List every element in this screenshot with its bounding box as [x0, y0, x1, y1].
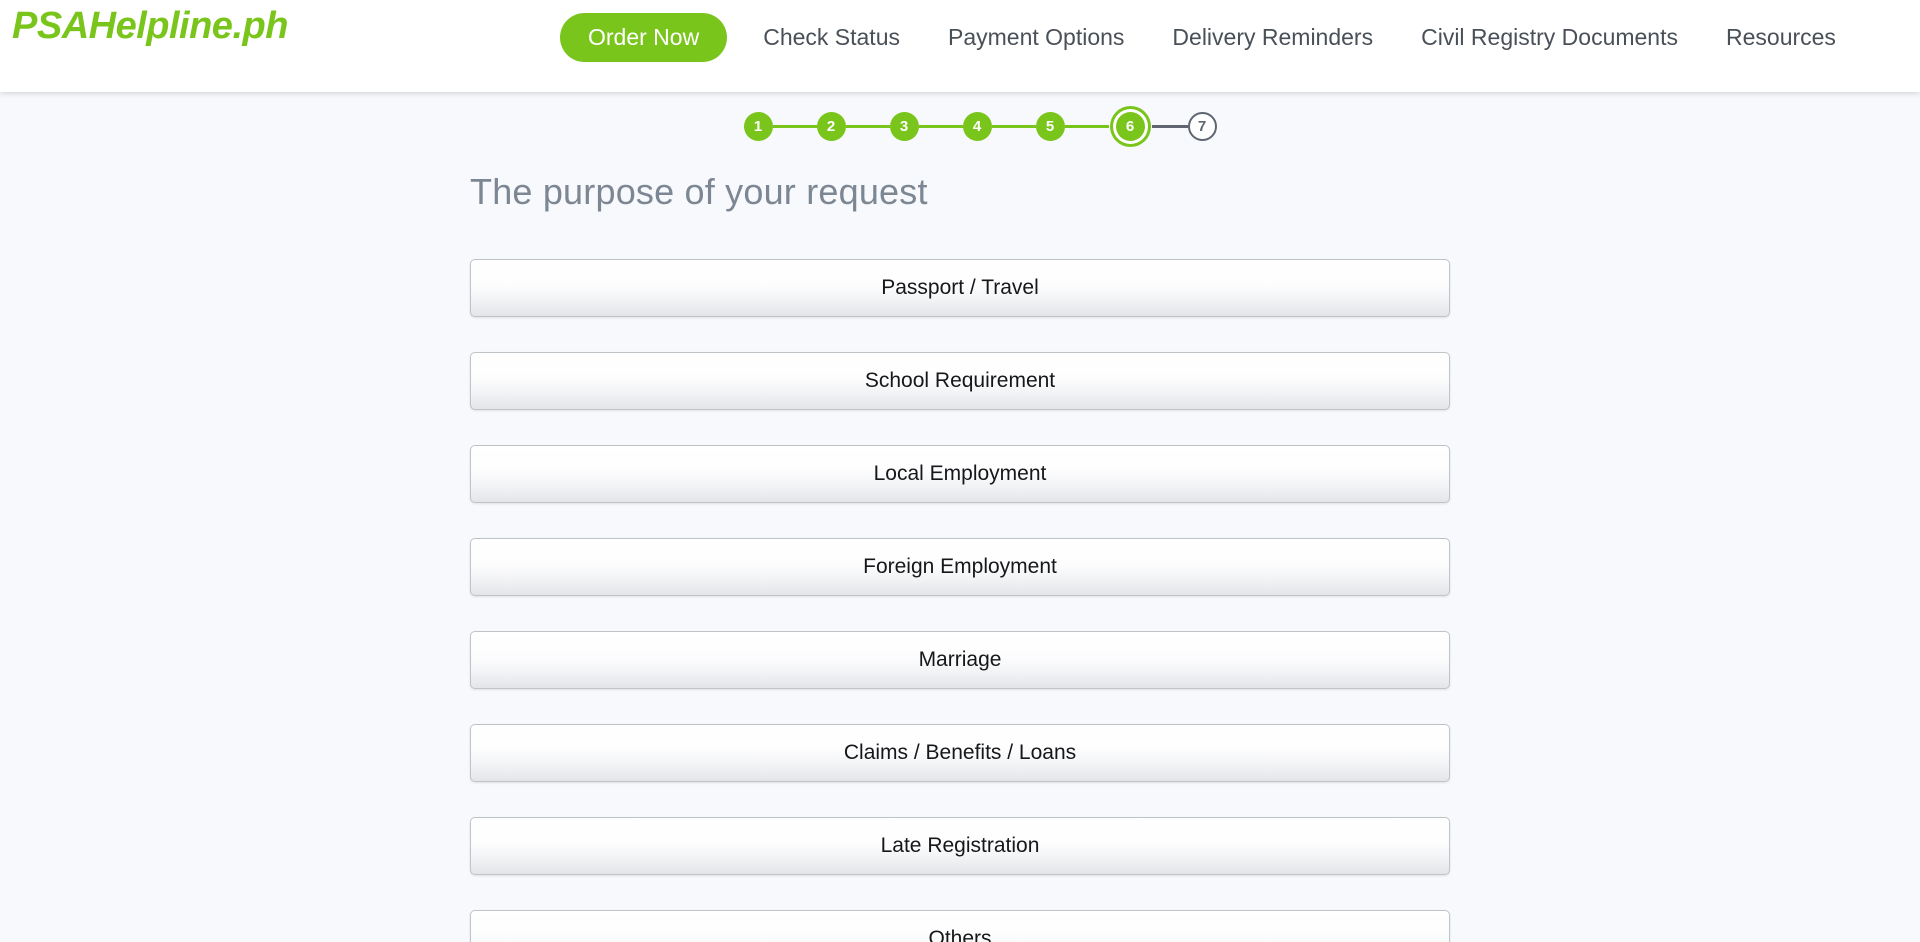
progress-stepper-container: 1 2 3 4 5 6 7 — [0, 92, 1920, 141]
purpose-button-foreign-employment[interactable]: Foreign Employment — [470, 538, 1450, 596]
stepper-step-4[interactable]: 4 — [962, 112, 992, 141]
purpose-button-local-employment[interactable]: Local Employment — [470, 445, 1450, 503]
purpose-button-marriage[interactable]: Marriage — [470, 631, 1450, 689]
stepper-connector-2-3 — [845, 125, 890, 128]
stepper-step-6-current[interactable]: 6 — [1115, 112, 1145, 141]
stepper-connector-5-6 — [1064, 125, 1109, 128]
main-navigation: Order Now Check Status Payment Options D… — [560, 0, 1860, 74]
purpose-button-others[interactable]: Others — [470, 910, 1450, 942]
site-logo[interactable]: PSAHelpline.ph — [12, 7, 288, 45]
nav-item-payment-options[interactable]: Payment Options — [924, 25, 1148, 49]
stepper-step-5[interactable]: 5 — [1035, 112, 1065, 141]
stepper-connector-6-7 — [1151, 125, 1188, 128]
stepper-connector-4-5 — [991, 125, 1036, 128]
purpose-button-late-registration[interactable]: Late Registration — [470, 817, 1450, 875]
nav-item-delivery-reminders[interactable]: Delivery Reminders — [1148, 25, 1397, 49]
purpose-button-school-requirement[interactable]: School Requirement — [470, 352, 1450, 410]
site-header: PSAHelpline.ph Order Now Check Status Pa… — [0, 0, 1920, 92]
page-title: The purpose of your request — [470, 171, 928, 212]
stepper-step-3[interactable]: 3 — [889, 112, 919, 141]
nav-item-check-status[interactable]: Check Status — [739, 25, 924, 49]
main-content: The purpose of your request Passport / T… — [470, 171, 1450, 942]
purpose-button-passport-travel[interactable]: Passport / Travel — [470, 259, 1450, 317]
nav-item-civil-registry-documents[interactable]: Civil Registry Documents — [1397, 25, 1702, 49]
nav-item-resources[interactable]: Resources — [1702, 25, 1860, 49]
stepper-connector-3-4 — [918, 125, 963, 128]
purpose-choice-list: Passport / Travel School Requirement Loc… — [470, 259, 1450, 942]
stepper-step-2[interactable]: 2 — [816, 112, 846, 141]
stepper-step-1[interactable]: 1 — [743, 112, 773, 141]
nav-item-order-now[interactable]: Order Now — [560, 12, 728, 62]
purpose-button-claims-benefits-loans[interactable]: Claims / Benefits / Loans — [470, 724, 1450, 782]
stepper-step-7[interactable]: 7 — [1187, 112, 1217, 141]
progress-stepper: 1 2 3 4 5 6 7 — [743, 112, 1217, 141]
stepper-connector-1-2 — [772, 125, 817, 128]
